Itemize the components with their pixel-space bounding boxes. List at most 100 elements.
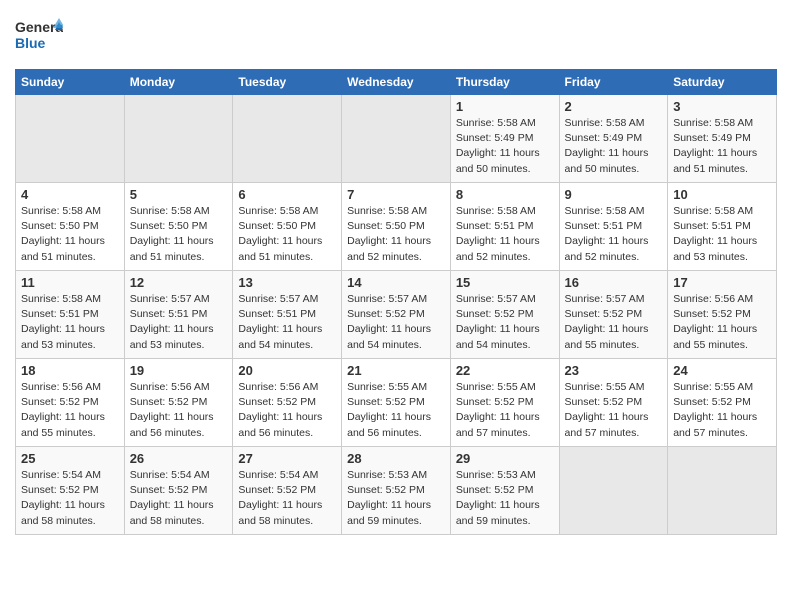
weekday-header-monday: Monday (124, 70, 233, 95)
calendar-cell: 4 Sunrise: 5:58 AM Sunset: 5:50 PM Daylig… (16, 183, 125, 271)
day-info: Sunrise: 5:54 AM Sunset: 5:52 PM Dayligh… (21, 468, 119, 529)
day-info: Sunrise: 5:58 AM Sunset: 5:50 PM Dayligh… (238, 204, 336, 265)
day-info: Sunrise: 5:53 AM Sunset: 5:52 PM Dayligh… (347, 468, 445, 529)
day-info: Sunrise: 5:58 AM Sunset: 5:50 PM Dayligh… (130, 204, 228, 265)
day-number: 15 (456, 275, 554, 290)
calendar-cell: 24 Sunrise: 5:55 AM Sunset: 5:52 PM Dayli… (668, 359, 777, 447)
day-number: 3 (673, 99, 771, 114)
day-info: Sunrise: 5:56 AM Sunset: 5:52 PM Dayligh… (238, 380, 336, 441)
day-number: 18 (21, 363, 119, 378)
calendar-cell: 12 Sunrise: 5:57 AM Sunset: 5:51 PM Dayli… (124, 271, 233, 359)
day-number: 4 (21, 187, 119, 202)
day-info: Sunrise: 5:55 AM Sunset: 5:52 PM Dayligh… (673, 380, 771, 441)
calendar-cell: 11 Sunrise: 5:58 AM Sunset: 5:51 PM Dayli… (16, 271, 125, 359)
calendar-cell: 1 Sunrise: 5:58 AM Sunset: 5:49 PM Daylig… (450, 95, 559, 183)
page-header: General Blue (15, 10, 777, 63)
logo-icon: General Blue (15, 14, 63, 58)
day-number: 23 (565, 363, 663, 378)
day-number: 21 (347, 363, 445, 378)
calendar-week-row: 18 Sunrise: 5:56 AM Sunset: 5:52 PM Dayli… (16, 359, 777, 447)
svg-text:Blue: Blue (15, 35, 46, 51)
day-info: Sunrise: 5:58 AM Sunset: 5:49 PM Dayligh… (673, 116, 771, 177)
calendar-cell: 8Sunrise: 5:58 AM Sunset: 5:51 PM Daylig… (450, 183, 559, 271)
calendar-cell: 21 Sunrise: 5:55 AM Sunset: 5:52 PM Dayli… (342, 359, 451, 447)
day-number: 24 (673, 363, 771, 378)
day-info: Sunrise: 5:54 AM Sunset: 5:52 PM Dayligh… (130, 468, 228, 529)
calendar-cell: 22 Sunrise: 5:55 AM Sunset: 5:52 PM Dayli… (450, 359, 559, 447)
day-info: Sunrise: 5:58 AM Sunset: 5:49 PM Dayligh… (456, 116, 554, 177)
calendar-cell: 3 Sunrise: 5:58 AM Sunset: 5:49 PM Daylig… (668, 95, 777, 183)
day-info: Sunrise: 5:58 AM Sunset: 5:50 PM Dayligh… (347, 204, 445, 265)
day-info: Sunrise: 5:58 AM Sunset: 5:51 PM Dayligh… (456, 204, 554, 265)
day-info: Sunrise: 5:58 AM Sunset: 5:49 PM Dayligh… (565, 116, 663, 177)
calendar-cell: 27 Sunrise: 5:54 AM Sunset: 5:52 PM Dayli… (233, 447, 342, 535)
day-info: Sunrise: 5:57 AM Sunset: 5:52 PM Dayligh… (347, 292, 445, 353)
weekday-header-tuesday: Tuesday (233, 70, 342, 95)
calendar-table: SundayMondayTuesdayWednesdayThursdayFrid… (15, 69, 777, 535)
day-info: Sunrise: 5:58 AM Sunset: 5:50 PM Dayligh… (21, 204, 119, 265)
weekday-header-saturday: Saturday (668, 70, 777, 95)
day-number: 28 (347, 451, 445, 466)
day-info: Sunrise: 5:58 AM Sunset: 5:51 PM Dayligh… (21, 292, 119, 353)
calendar-cell: 2 Sunrise: 5:58 AM Sunset: 5:49 PM Daylig… (559, 95, 668, 183)
day-number: 2 (565, 99, 663, 114)
day-info: Sunrise: 5:57 AM Sunset: 5:52 PM Dayligh… (456, 292, 554, 353)
day-number: 20 (238, 363, 336, 378)
day-info: Sunrise: 5:56 AM Sunset: 5:52 PM Dayligh… (130, 380, 228, 441)
day-info: Sunrise: 5:53 AM Sunset: 5:52 PM Dayligh… (456, 468, 554, 529)
calendar-cell: 16 Sunrise: 5:57 AM Sunset: 5:52 PM Dayli… (559, 271, 668, 359)
day-number: 5 (130, 187, 228, 202)
calendar-cell: 28 Sunrise: 5:53 AM Sunset: 5:52 PM Dayli… (342, 447, 451, 535)
calendar-week-row: 25 Sunrise: 5:54 AM Sunset: 5:52 PM Dayli… (16, 447, 777, 535)
day-number: 25 (21, 451, 119, 466)
day-info: Sunrise: 5:54 AM Sunset: 5:52 PM Dayligh… (238, 468, 336, 529)
day-number: 12 (130, 275, 228, 290)
calendar-cell (233, 95, 342, 183)
day-number: 13 (238, 275, 336, 290)
day-number: 29 (456, 451, 554, 466)
day-number: 27 (238, 451, 336, 466)
calendar-cell: 10Sunrise: 5:58 AM Sunset: 5:51 PM Dayli… (668, 183, 777, 271)
day-number: 16 (565, 275, 663, 290)
calendar-cell: 7 Sunrise: 5:58 AM Sunset: 5:50 PM Daylig… (342, 183, 451, 271)
weekday-header-wednesday: Wednesday (342, 70, 451, 95)
calendar-cell: 25 Sunrise: 5:54 AM Sunset: 5:52 PM Dayli… (16, 447, 125, 535)
day-number: 7 (347, 187, 445, 202)
day-info: Sunrise: 5:55 AM Sunset: 5:52 PM Dayligh… (456, 380, 554, 441)
day-number: 22 (456, 363, 554, 378)
logo: General Blue (15, 14, 63, 63)
day-info: Sunrise: 5:57 AM Sunset: 5:51 PM Dayligh… (130, 292, 228, 353)
weekday-header-thursday: Thursday (450, 70, 559, 95)
day-info: Sunrise: 5:57 AM Sunset: 5:51 PM Dayligh… (238, 292, 336, 353)
day-number: 1 (456, 99, 554, 114)
calendar-week-row: 4 Sunrise: 5:58 AM Sunset: 5:50 PM Daylig… (16, 183, 777, 271)
calendar-cell: 29 Sunrise: 5:53 AM Sunset: 5:52 PM Dayli… (450, 447, 559, 535)
calendar-cell (16, 95, 125, 183)
calendar-cell: 13 Sunrise: 5:57 AM Sunset: 5:51 PM Dayli… (233, 271, 342, 359)
calendar-cell (668, 447, 777, 535)
calendar-week-row: 1 Sunrise: 5:58 AM Sunset: 5:49 PM Daylig… (16, 95, 777, 183)
day-number: 11 (21, 275, 119, 290)
calendar-cell: 20 Sunrise: 5:56 AM Sunset: 5:52 PM Dayli… (233, 359, 342, 447)
calendar-cell: 19Sunrise: 5:56 AM Sunset: 5:52 PM Dayli… (124, 359, 233, 447)
day-info: Sunrise: 5:55 AM Sunset: 5:52 PM Dayligh… (347, 380, 445, 441)
day-number: 14 (347, 275, 445, 290)
calendar-cell: 26 Sunrise: 5:54 AM Sunset: 5:52 PM Dayli… (124, 447, 233, 535)
weekday-header-sunday: Sunday (16, 70, 125, 95)
calendar-cell: 15 Sunrise: 5:57 AM Sunset: 5:52 PM Dayli… (450, 271, 559, 359)
calendar-cell: 17 Sunrise: 5:56 AM Sunset: 5:52 PM Dayli… (668, 271, 777, 359)
calendar-cell (342, 95, 451, 183)
calendar-cell: 14 Sunrise: 5:57 AM Sunset: 5:52 PM Dayli… (342, 271, 451, 359)
calendar-cell: 18 Sunrise: 5:56 AM Sunset: 5:52 PM Dayli… (16, 359, 125, 447)
day-number: 17 (673, 275, 771, 290)
calendar-week-row: 11 Sunrise: 5:58 AM Sunset: 5:51 PM Dayli… (16, 271, 777, 359)
day-number: 9 (565, 187, 663, 202)
day-info: Sunrise: 5:57 AM Sunset: 5:52 PM Dayligh… (565, 292, 663, 353)
calendar-cell (559, 447, 668, 535)
day-number: 26 (130, 451, 228, 466)
day-info: Sunrise: 5:58 AM Sunset: 5:51 PM Dayligh… (565, 204, 663, 265)
day-number: 6 (238, 187, 336, 202)
day-info: Sunrise: 5:56 AM Sunset: 5:52 PM Dayligh… (673, 292, 771, 353)
day-info: Sunrise: 5:56 AM Sunset: 5:52 PM Dayligh… (21, 380, 119, 441)
day-number: 10 (673, 187, 771, 202)
